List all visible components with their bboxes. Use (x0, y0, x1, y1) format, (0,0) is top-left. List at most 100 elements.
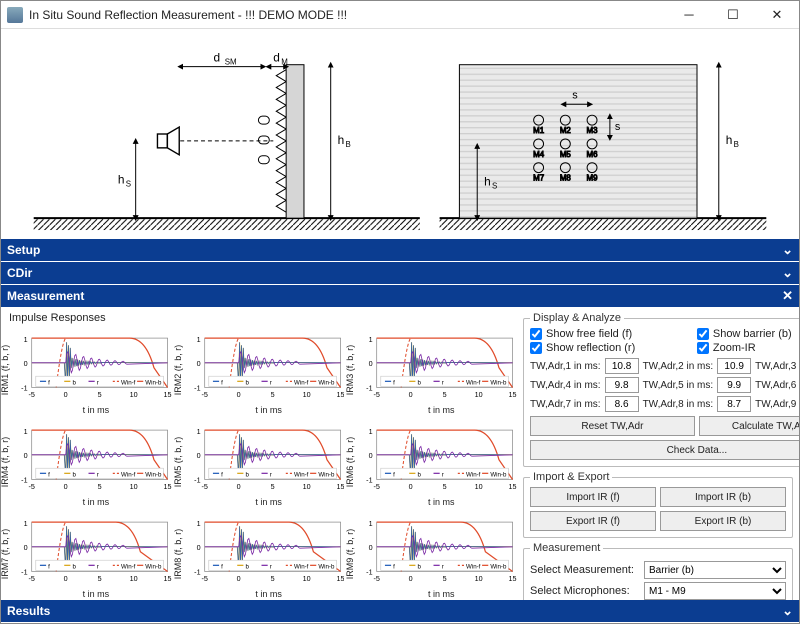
export-ir-f-button[interactable]: Export IR (f) (530, 511, 656, 531)
measurement-group: Measurement Select Measurement: Barrier … (523, 542, 793, 600)
svg-text:1: 1 (196, 335, 200, 344)
svg-text:-5: -5 (28, 574, 34, 583)
display-analyze-group: Display & Analyze Show free field (f) Sh… (523, 312, 799, 467)
svg-text:1: 1 (369, 335, 373, 344)
svg-text:0: 0 (409, 482, 413, 491)
svg-text:f: f (221, 379, 223, 386)
svg-text:0: 0 (24, 543, 28, 552)
window-title: In Situ Sound Reflection Measurement - !… (29, 8, 667, 22)
ir-chart-m7[interactable]: IRM7 (f, b, r) 1 0 -1 -5051015 fbrWin-fW… (7, 510, 172, 598)
select-microphones-label: Select Microphones: (530, 585, 640, 597)
svg-text:-5: -5 (374, 390, 380, 399)
chk-show-f[interactable]: Show free field (f) (530, 328, 697, 340)
svg-text:f: f (48, 563, 50, 570)
svg-text:-5: -5 (201, 390, 207, 399)
app-icon (7, 7, 23, 23)
reset-tw-button[interactable]: Reset TW,Adr (530, 416, 695, 436)
tw-label-3: TW,Adr,3 in ms: (755, 361, 799, 372)
svg-text:M: M (281, 58, 288, 67)
tw-label-2: TW,Adr,2 in ms: (643, 361, 714, 372)
svg-text:5: 5 (443, 574, 447, 583)
schematic-diagram: dSM dM hS hB M1M2M3M4M5M6M7M8M9 s s hS h… (1, 29, 799, 239)
svg-text:0: 0 (64, 574, 68, 583)
select-measurement-label: Select Measurement: (530, 564, 640, 576)
svg-text:15: 15 (164, 574, 172, 583)
select-measurement[interactable]: Barrier (b) (644, 561, 786, 579)
import-ir-b-button[interactable]: Import IR (b) (660, 487, 786, 507)
chk-show-r[interactable]: Show reflection (r) (530, 342, 697, 354)
panel-setup[interactable]: Setup⌄ (1, 239, 799, 262)
calc-tw-button[interactable]: Calculate TW,Adr,max (699, 416, 799, 436)
tw-label-5: TW,Adr,5 in ms: (643, 380, 714, 391)
svg-text:B: B (346, 140, 351, 149)
chk-zoom-ir[interactable]: Zoom-IR (697, 342, 799, 354)
svg-text:h: h (726, 133, 733, 147)
tw-label-9: TW,Adr,9 in ms: (755, 399, 799, 410)
svg-text:Win-f: Win-f (121, 379, 136, 386)
ir-chart-m3[interactable]: IRM3 (f, b, r) 1 0 -1 -5051015 fbrWin-fW… (352, 326, 517, 414)
svg-text:15: 15 (509, 482, 517, 491)
close-button[interactable]: ✕ (755, 1, 799, 28)
svg-text:Win-b: Win-b (145, 379, 162, 386)
tw-input-5[interactable] (717, 377, 751, 393)
svg-text:Win-b: Win-b (491, 563, 508, 570)
panel-cdir[interactable]: CDir⌄ (1, 262, 799, 285)
svg-text:b: b (72, 471, 76, 478)
svg-text:-1: -1 (21, 476, 27, 485)
ir-chart-m5[interactable]: IRM5 (f, b, r) 1 0 -1 -5051015 fbrWin-fW… (180, 418, 345, 506)
tw-input-2[interactable] (717, 358, 751, 374)
svg-text:-5: -5 (201, 482, 207, 491)
svg-text:-5: -5 (201, 574, 207, 583)
svg-text:SM: SM (225, 58, 237, 67)
select-microphones[interactable]: M1 - M9 (644, 582, 786, 600)
ir-chart-m1[interactable]: IRM1 (f, b, r) 1 0 -1 -5051015 fbrWin-fW… (7, 326, 172, 414)
svg-text:15: 15 (164, 390, 172, 399)
svg-text:b: b (245, 379, 249, 386)
svg-text:10: 10 (130, 574, 138, 583)
svg-text:M8: M8 (560, 174, 572, 183)
svg-text:Win-f: Win-f (466, 379, 481, 386)
tw-input-8[interactable] (717, 396, 751, 412)
tw-label-8: TW,Adr,8 in ms: (643, 399, 714, 410)
panel-results[interactable]: Results⌄ (1, 600, 799, 623)
svg-text:10: 10 (475, 390, 483, 399)
ir-chart-m4[interactable]: IRM4 (f, b, r) 1 0 -1 -5051015 fbrWin-fW… (7, 418, 172, 506)
svg-text:M3: M3 (587, 126, 599, 135)
ir-chart-m6[interactable]: IRM6 (f, b, r) 1 0 -1 -5051015 fbrWin-fW… (352, 418, 517, 506)
svg-text:10: 10 (302, 574, 310, 583)
svg-text:b: b (245, 563, 249, 570)
svg-text:b: b (418, 471, 422, 478)
chk-show-b[interactable]: Show barrier (b) (697, 328, 799, 340)
svg-text:r: r (269, 471, 271, 478)
tw-input-4[interactable] (605, 377, 639, 393)
export-ir-b-button[interactable]: Export IR (b) (660, 511, 786, 531)
svg-text:S: S (492, 181, 497, 190)
svg-text:15: 15 (164, 482, 172, 491)
svg-text:h: h (484, 174, 491, 188)
svg-text:0: 0 (369, 451, 373, 460)
maximize-button[interactable]: ☐ (711, 1, 755, 28)
ir-chart-m9[interactable]: IRM9 (f, b, r) 1 0 -1 -5051015 fbrWin-fW… (352, 510, 517, 598)
svg-text:f: f (393, 379, 395, 386)
minimize-button[interactable]: ─ (667, 1, 711, 28)
ir-chart-m2[interactable]: IRM2 (f, b, r) 1 0 -1 -5051015 fbrWin-fW… (180, 326, 345, 414)
tw-label-7: TW,Adr,7 in ms: (530, 399, 601, 410)
svg-text:0: 0 (24, 359, 28, 368)
svg-text:f: f (393, 563, 395, 570)
tw-input-1[interactable] (605, 358, 639, 374)
chevron-down-icon: ⌄ (782, 265, 793, 281)
svg-text:0: 0 (236, 390, 240, 399)
svg-text:-1: -1 (21, 384, 27, 393)
svg-text:10: 10 (130, 482, 138, 491)
check-data-button[interactable]: Check Data... (530, 440, 799, 460)
ir-chart-m8[interactable]: IRM8 (f, b, r) 1 0 -1 -5051015 fbrWin-fW… (180, 510, 345, 598)
svg-text:-1: -1 (367, 384, 373, 393)
import-ir-f-button[interactable]: Import IR (f) (530, 487, 656, 507)
svg-text:h: h (118, 173, 125, 187)
svg-text:0: 0 (64, 482, 68, 491)
tw-input-7[interactable] (605, 396, 639, 412)
svg-text:f: f (48, 379, 50, 386)
panel-measurement[interactable]: Measurement✕ (1, 285, 799, 308)
svg-text:Win-b: Win-b (318, 471, 335, 478)
svg-text:-1: -1 (194, 476, 200, 485)
